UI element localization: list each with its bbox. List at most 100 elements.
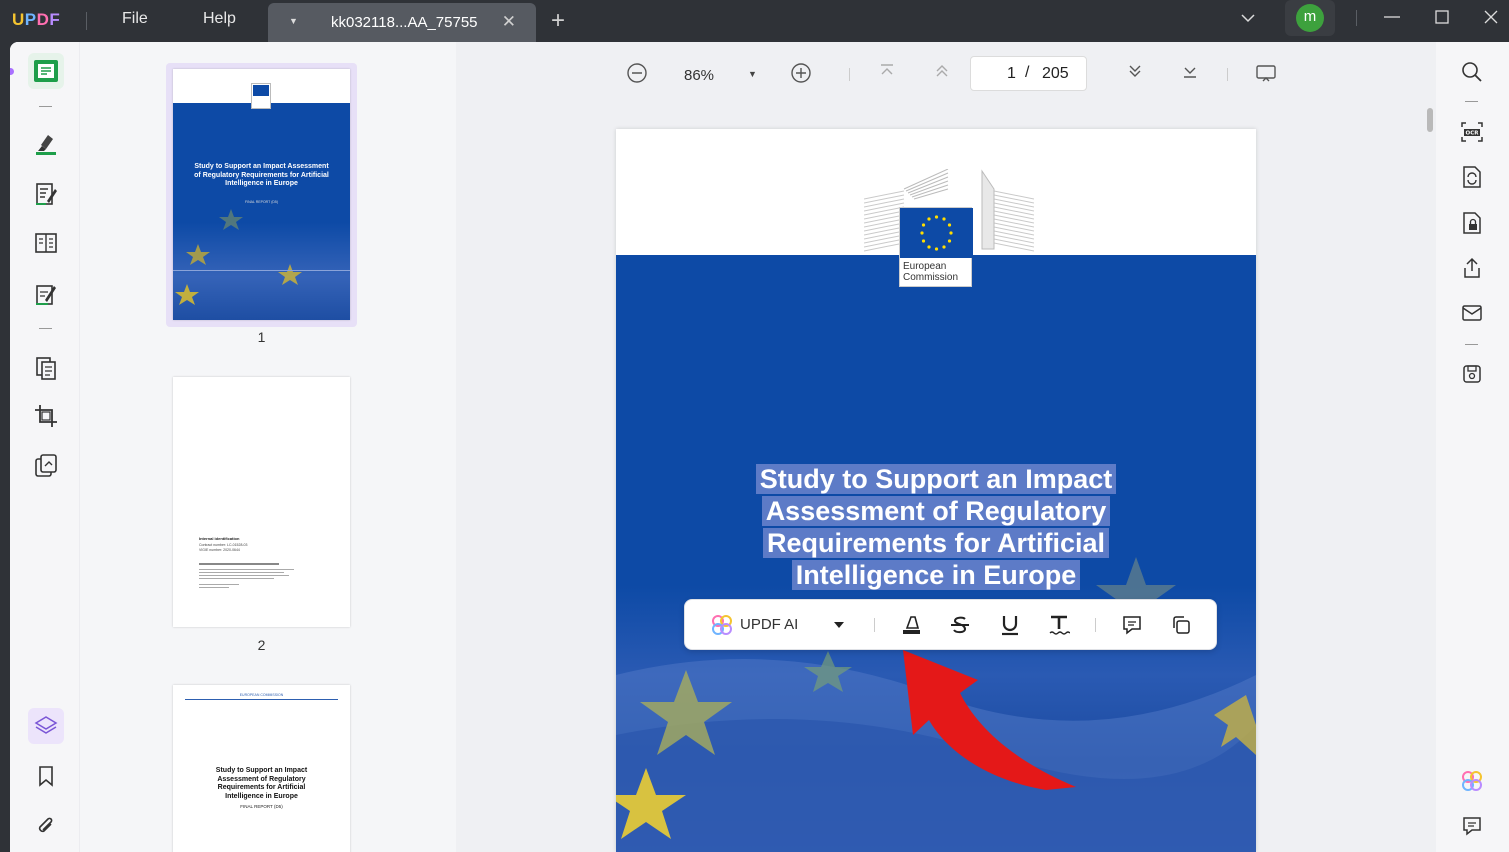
organize-pages-button[interactable]	[28, 350, 64, 386]
edit-pdf-button[interactable]	[28, 176, 64, 212]
ocr-button[interactable]: OCR	[1459, 119, 1485, 145]
updf-ai-icon	[1462, 771, 1482, 791]
organize-pages-icon	[36, 357, 56, 380]
zoom-dropdown-icon[interactable]: ▼	[748, 69, 757, 79]
comment-tool-button[interactable]	[28, 126, 64, 162]
thumbnail-subtitle: FINAL REPORT (D5)	[245, 200, 278, 204]
ec-label-line: Commission	[903, 272, 959, 283]
crop-button[interactable]	[28, 398, 64, 434]
bookmark-icon	[39, 766, 53, 787]
page-number-field[interactable]: 1 / 205	[970, 56, 1087, 91]
current-page[interactable]: 1	[1007, 65, 1016, 83]
avatar[interactable]: m	[1296, 4, 1324, 32]
title-divider	[86, 12, 87, 30]
updf-logo: UPDF	[12, 10, 61, 29]
zoom-level[interactable]: 86%	[684, 67, 714, 84]
vertical-scrollbar[interactable]	[1427, 108, 1433, 132]
toolbar-divider	[39, 106, 52, 107]
squiggly-icon[interactable]	[1046, 612, 1072, 638]
copy-icon[interactable]	[1168, 612, 1194, 638]
updf-ai-button[interactable]	[1459, 768, 1485, 794]
thumbnail-header: EUROPEAN COMMISSION	[239, 693, 284, 697]
zoom-out-icon[interactable]	[626, 62, 648, 84]
email-button[interactable]	[1459, 300, 1485, 326]
share-button[interactable]	[1459, 255, 1485, 281]
crop-icon	[35, 405, 57, 427]
tab-dropdown-icon[interactable]: ▼	[289, 16, 298, 26]
comments-button[interactable]	[1459, 813, 1485, 839]
selection-toolbar: UPDF AI	[684, 599, 1217, 650]
title-bar: UPDF File Help ▼ kk032118...AA_75755 ✕ +…	[0, 0, 1509, 42]
title-line[interactable]: Requirements for Artificial	[762, 528, 1110, 558]
edit-pdf-icon	[36, 183, 57, 205]
maximize-icon[interactable]	[1434, 9, 1450, 30]
thumbnail-page-1[interactable]: Study to Support an Impact Assessment of…	[173, 69, 350, 320]
next-page-icon[interactable]	[1126, 62, 1144, 80]
batch-button[interactable]	[28, 448, 64, 484]
left-toolbar	[10, 42, 80, 852]
document-title[interactable]: Study to Support an Impact Assessment of…	[616, 463, 1256, 591]
chevron-down-icon[interactable]	[1240, 10, 1256, 31]
menu-file[interactable]: File	[122, 10, 148, 28]
view-toolbar: 86% ▼ 1 / 205	[456, 42, 1436, 104]
attachment-icon	[38, 817, 53, 833]
pdf-page-1[interactable]: European Commission Study to Support an …	[616, 129, 1256, 852]
reader-icon	[34, 60, 58, 82]
updf-ai-button[interactable]: UPDF AI	[740, 616, 798, 633]
title-line[interactable]: Intelligence in Europe	[791, 560, 1081, 590]
window-controls-divider	[1356, 10, 1357, 26]
toolbar-divider	[1465, 101, 1478, 102]
page-layout-icon	[35, 233, 57, 253]
reader-button[interactable]	[28, 53, 64, 89]
minimize-icon[interactable]	[1383, 8, 1401, 31]
last-page-icon[interactable]	[1181, 62, 1199, 80]
title-line[interactable]: Assessment of Regulatory	[761, 496, 1111, 526]
comments-icon	[1463, 817, 1481, 836]
updf-ai-icon[interactable]	[709, 612, 735, 638]
thumbnail-title: Study to Support an Impact Assessment of…	[194, 163, 329, 187]
highlight-icon	[36, 135, 56, 155]
attachment-button[interactable]	[28, 808, 64, 844]
thumbnail-page-2[interactable]: Internal identification Contract number:…	[173, 377, 350, 627]
toolbar-divider	[1465, 344, 1478, 345]
highlight-icon[interactable]	[898, 612, 924, 638]
thumbnail-subtitle: FINAL REPORT (D5)	[240, 804, 283, 809]
strikethrough-icon[interactable]	[947, 612, 973, 638]
protect-button[interactable]	[1459, 210, 1485, 236]
previous-page-icon[interactable]	[933, 62, 951, 80]
thumbnail-line: Contract number: LC-01528-03	[199, 543, 248, 547]
menu-help[interactable]: Help	[203, 10, 236, 28]
presentation-icon[interactable]	[1255, 62, 1277, 84]
save-button[interactable]	[1459, 361, 1485, 387]
thumbnail-line: VIGIE number: 2020-0644	[199, 548, 240, 552]
layers-button[interactable]	[28, 708, 64, 744]
search-button[interactable]	[1459, 59, 1485, 85]
tab-close-icon[interactable]: ✕	[502, 12, 516, 32]
protect-icon	[1463, 212, 1481, 234]
zoom-in-icon[interactable]	[790, 62, 812, 84]
new-tab-button[interactable]: +	[551, 7, 565, 35]
document-tab[interactable]: ▼ kk032118...AA_75755 ✕	[268, 3, 536, 42]
ec-label-line: European	[903, 261, 947, 272]
page-separator: /	[1025, 64, 1030, 81]
document-viewer: 86% ▼ 1 / 205 European Commission Study …	[456, 42, 1436, 852]
popup-divider	[1095, 618, 1096, 632]
sign-button[interactable]	[28, 276, 64, 312]
tab-title: kk032118...AA_75755	[331, 14, 478, 31]
thumbnail-number: 1	[257, 329, 266, 345]
convert-button[interactable]	[1459, 164, 1485, 190]
ai-dropdown-icon[interactable]	[826, 612, 852, 638]
bookmark-button[interactable]	[28, 758, 64, 794]
popup-divider	[874, 618, 875, 632]
title-line[interactable]: Study to Support an Impact	[755, 464, 1117, 494]
svg-text:OCR: OCR	[1466, 131, 1480, 137]
underline-icon[interactable]	[997, 612, 1023, 638]
first-page-icon[interactable]	[878, 62, 896, 80]
viewbar-divider	[849, 68, 850, 81]
right-toolbar: OCR	[1436, 42, 1509, 852]
layers-icon	[34, 716, 58, 734]
page-layout-button[interactable]	[28, 225, 64, 261]
close-window-icon[interactable]	[1483, 9, 1499, 30]
comment-icon[interactable]	[1119, 612, 1145, 638]
thumbnail-page-3[interactable]: EUROPEAN COMMISSION Study to Support an …	[173, 685, 350, 852]
